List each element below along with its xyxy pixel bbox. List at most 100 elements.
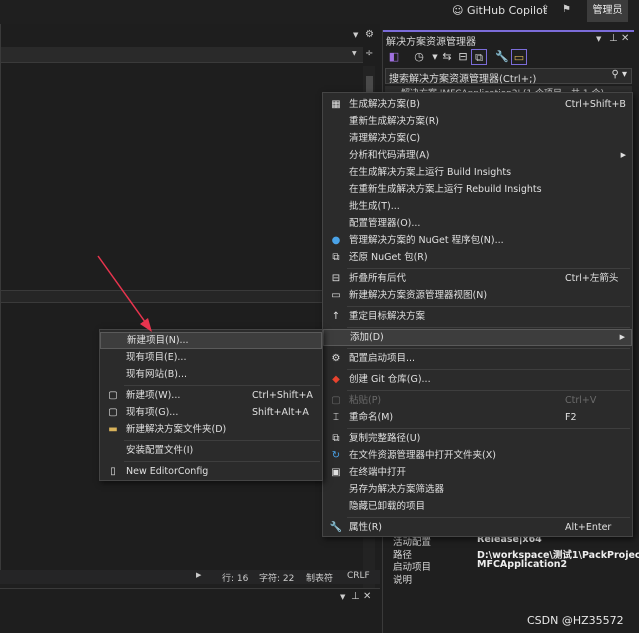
sync-icon[interactable]: ⇆: [439, 49, 455, 65]
menu-item-shortcut: Alt+Enter: [565, 522, 612, 533]
add-submenu: 新建项目(N)... 现有项目(E)... 现有网站(B)... ▢ 新建项(W)...…: [99, 329, 323, 481]
menu-item[interactable]: 现有项目(E)...: [100, 349, 322, 366]
menu-item[interactable]: 分析和代码清理(A) ▶: [323, 147, 632, 164]
panel-header: 解决方案资源管理器 ▼ ⊥ ✕: [383, 30, 634, 48]
menu-item-label: 复制完整路径(U): [349, 433, 421, 444]
build-icon: ▦: [331, 99, 341, 110]
menu-item[interactable]: ⧉ 还原 NuGet 包(R): [323, 249, 632, 266]
panel-dropdown-icon[interactable]: ▼: [596, 35, 601, 43]
wrench-icon: 🔧: [329, 522, 343, 533]
menu-item[interactable]: ▦ 生成解决方案(B) Ctrl+Shift+B: [323, 96, 632, 113]
indent-mode[interactable]: 制表符: [306, 571, 333, 584]
paste-icon: ▢: [331, 395, 341, 406]
show-all-files-icon[interactable]: ⧉: [471, 49, 487, 65]
menu-item-label: 在生成解决方案上运行 Build Insights: [349, 167, 512, 178]
line-ending[interactable]: CRLF: [347, 571, 370, 581]
menu-item[interactable]: ▢ 粘贴(P) Ctrl+V: [323, 392, 632, 409]
menu-item[interactable]: 在生成解决方案上运行 Build Insights: [323, 164, 632, 181]
collapse-icon: ⊟: [331, 273, 341, 284]
char-number[interactable]: 字符: 22: [259, 571, 294, 584]
menu-item[interactable]: ▢ 现有项(G)... Shift+Alt+A: [100, 404, 322, 421]
menu-item[interactable]: 现有网站(B)...: [100, 366, 322, 383]
nuget-icon: ●: [331, 235, 341, 246]
menu-item[interactable]: ↻ 在文件资源管理器中打开文件夹(X): [323, 447, 632, 464]
menu-item-label: 分析和代码清理(A): [349, 150, 430, 161]
menu-item-label: 添加(D): [350, 332, 384, 343]
menu-item[interactable]: ⚙ 配置启动项目...: [323, 350, 632, 367]
switch-views-icon[interactable]: ◧: [386, 49, 402, 65]
gear-icon[interactable]: ⚙: [365, 29, 374, 40]
menu-item[interactable]: 🔧 属性(R) Alt+Enter: [323, 519, 632, 536]
menu-item-label: 现有项目(E)...: [126, 352, 187, 363]
open-folder-icon: ↻: [331, 450, 341, 461]
panel-dropdown-icon[interactable]: ▼: [340, 593, 345, 601]
scroll-right-icon[interactable]: ▶: [196, 571, 201, 579]
menu-item-label: 现有网站(B)...: [126, 369, 187, 380]
property-row[interactable]: 启动项目 MFCApplication2: [391, 559, 634, 573]
admin-badge: 管理员: [587, 0, 628, 22]
preview-icon[interactable]: ▭: [511, 49, 527, 65]
output-panel: ▼ ⊥ ✕: [0, 588, 380, 633]
pin-icon[interactable]: ⊥: [609, 33, 618, 44]
search-icon[interactable]: ⚲ ▾: [611, 69, 627, 80]
menu-item-label: 属性(R): [349, 522, 383, 533]
menu-item[interactable]: 批生成(T)...: [323, 198, 632, 215]
menu-item[interactable]: ▣ 在终端中打开: [323, 464, 632, 481]
folder-icon: ▬: [108, 424, 118, 435]
menu-item-label: 在终端中打开: [349, 467, 407, 478]
arrow-line: [97, 255, 149, 327]
menu-item[interactable]: ● 管理解决方案的 NuGet 程序包(N)...: [323, 232, 632, 249]
line-number[interactable]: 行: 16: [222, 571, 248, 584]
menu-item[interactable]: 在重新生成解决方案上运行 Rebuild Insights: [323, 181, 632, 198]
arrow-head: [140, 318, 152, 332]
menu-item[interactable]: 另存为解决方案筛选器: [323, 481, 632, 498]
property-label: 说明: [393, 574, 413, 586]
menu-item-shortcut: Ctrl+V: [565, 395, 597, 406]
share-icon[interactable]: ⇪: [541, 4, 549, 15]
gear-icon: ⚙: [331, 353, 341, 364]
menu-item[interactable]: 隐藏已卸载的项目: [323, 498, 632, 515]
menu-item[interactable]: ▢ 新建项(W)... Ctrl+Shift+A: [100, 387, 322, 404]
menu-item-label: 重命名(M): [349, 412, 394, 423]
github-copilot-button[interactable]: ☺ GitHub Copilot: [452, 4, 547, 17]
history-icon[interactable]: ◷: [411, 49, 427, 65]
feedback-icon[interactable]: ⚑: [562, 4, 571, 15]
menu-item-label: 安装配置文件(I): [126, 445, 194, 456]
menu-item[interactable]: 添加(D) ▶: [323, 329, 632, 346]
menu-item[interactable]: ◆ 创建 Git 仓库(G)...: [323, 371, 632, 388]
menu-item[interactable]: ⊟ 折叠所有后代 Ctrl+左箭头: [323, 270, 632, 287]
tab-dropdown-icon[interactable]: ▼: [353, 31, 358, 39]
menu-item-label: New EditorConfig: [126, 466, 209, 477]
menu-item-label: 批生成(T)...: [349, 201, 400, 212]
menu-item[interactable]: 重新生成解决方案(R): [323, 113, 632, 130]
submenu-arrow-icon: ▶: [619, 333, 625, 341]
menu-item[interactable]: ⌶ 重命名(M) F2: [323, 409, 632, 426]
solution-context-menu: ▦ 生成解决方案(B) Ctrl+Shift+B 重新生成解决方案(R) 清理解决方案(…: [322, 92, 633, 537]
menu-item-label: 配置管理器(O)...: [349, 218, 421, 229]
properties-wrench-icon[interactable]: 🔧: [494, 49, 510, 65]
horizontal-splitter[interactable]: [1, 290, 323, 303]
navigation-bar[interactable]: ▼: [1, 47, 363, 63]
menu-item[interactable]: ▭ 新建解决方案资源管理器视图(N): [323, 287, 632, 304]
file-icon: ▯: [110, 466, 116, 477]
property-row[interactable]: 说明: [391, 572, 634, 586]
collapse-all-icon[interactable]: ⊟: [455, 49, 471, 65]
close-icon[interactable]: ✕: [621, 33, 629, 44]
menu-item-label: 折叠所有后代: [349, 273, 407, 284]
menu-item[interactable]: ▬ 新建解决方案文件夹(D): [100, 421, 322, 438]
menu-item[interactable]: ▯ New EditorConfig: [100, 463, 322, 480]
menu-item-shortcut: Shift+Alt+A: [252, 407, 309, 418]
menu-item[interactable]: ⧉ 复制完整路径(U): [323, 430, 632, 447]
solution-search-input[interactable]: 搜索解决方案资源管理器(Ctrl+;) ⚲ ▾: [385, 68, 632, 85]
menu-item[interactable]: 安装配置文件(I): [100, 442, 322, 459]
menu-item-label: 创建 Git 仓库(G)...: [349, 374, 431, 385]
property-row[interactable]: 路径 D:\workspace\测试1\PackProject\: [391, 547, 639, 561]
close-icon[interactable]: ✕: [363, 591, 371, 602]
split-icon[interactable]: ÷: [365, 48, 373, 59]
menu-item[interactable]: 清理解决方案(C): [323, 130, 632, 147]
menu-item-label: 新建项(W)...: [126, 390, 181, 401]
chevron-down-icon[interactable]: ▼: [352, 50, 357, 57]
pin-icon[interactable]: ⊥: [351, 591, 360, 602]
menu-item[interactable]: 配置管理器(O)...: [323, 215, 632, 232]
menu-item[interactable]: ↑ 重定目标解决方案: [323, 308, 632, 325]
